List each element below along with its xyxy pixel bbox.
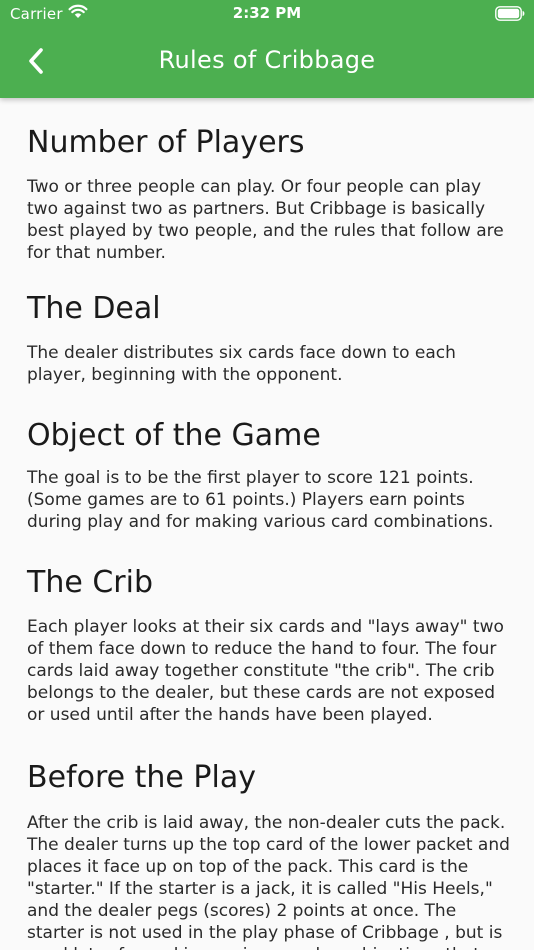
section-heading: The Crib bbox=[27, 565, 153, 600]
navigation-bar: Rules of Cribbage bbox=[0, 28, 534, 98]
section-body: The dealer distributes six cards face do… bbox=[27, 343, 456, 385]
section-body: After the crib is laid away, the non-dea… bbox=[27, 813, 510, 950]
section-body: The goal is to be the first player to sc… bbox=[27, 468, 494, 532]
app-screen: Carrier 2:32 PM Rules of Cribbage Number… bbox=[0, 0, 534, 950]
section-heading: Object of the Game bbox=[27, 418, 321, 453]
rules-content[interactable]: Number of Players Two or three people ca… bbox=[27, 98, 513, 950]
section-number-of-players: Number of Players Two or three people ca… bbox=[27, 98, 513, 264]
section-the-crib: The Crib Each player looks at their six … bbox=[27, 533, 513, 726]
page-title: Rules of Cribbage bbox=[158, 46, 376, 74]
section-body: Two or three people can play. Or four pe… bbox=[27, 177, 504, 263]
section-object-of-the-game: Object of the Game The goal is to be the… bbox=[27, 386, 513, 533]
section-heading: Number of Players bbox=[27, 125, 305, 160]
battery-icon bbox=[495, 6, 525, 25]
app-header: Carrier 2:32 PM Rules of Cribbage bbox=[0, 0, 534, 98]
status-time: 2:32 PM bbox=[232, 4, 302, 22]
section-before-the-play: Before the Play After the crib is laid a… bbox=[27, 726, 513, 950]
section-heading: Before the Play bbox=[27, 760, 256, 795]
status-bar: Carrier 2:32 PM bbox=[0, 0, 534, 28]
section-body: Each player looks at their six cards and… bbox=[27, 617, 504, 725]
section-the-deal: The Deal The dealer distributes six card… bbox=[27, 264, 513, 386]
section-heading: The Deal bbox=[27, 291, 161, 326]
